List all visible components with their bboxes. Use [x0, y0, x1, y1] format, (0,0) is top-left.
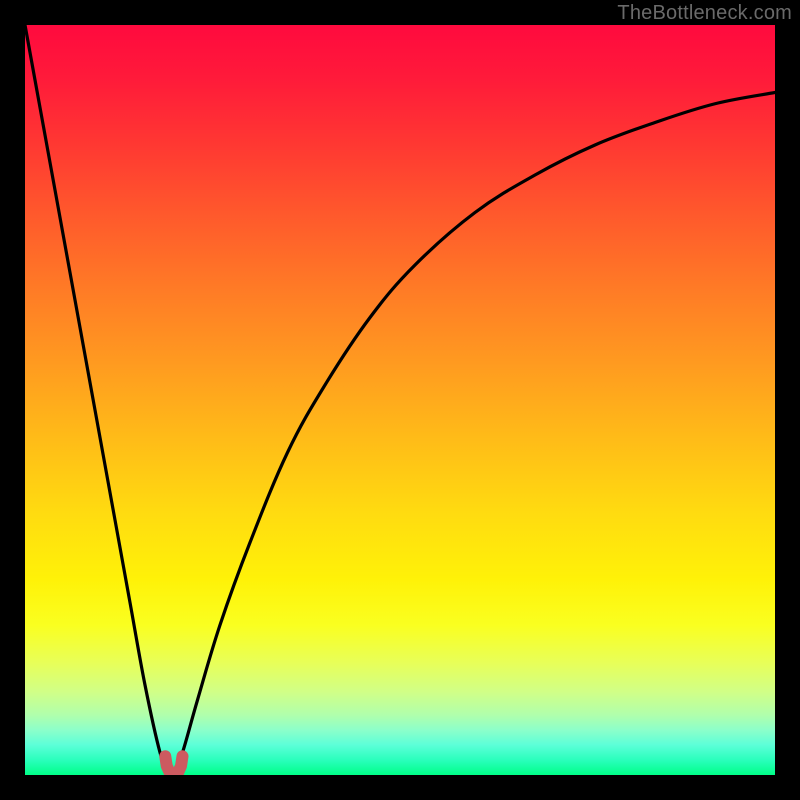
watermark-text: TheBottleneck.com	[617, 2, 792, 25]
outer-frame: TheBottleneck.com	[0, 0, 800, 800]
plot-area	[25, 25, 775, 775]
marker-layer	[25, 25, 775, 775]
optimal-marker	[165, 756, 182, 775]
